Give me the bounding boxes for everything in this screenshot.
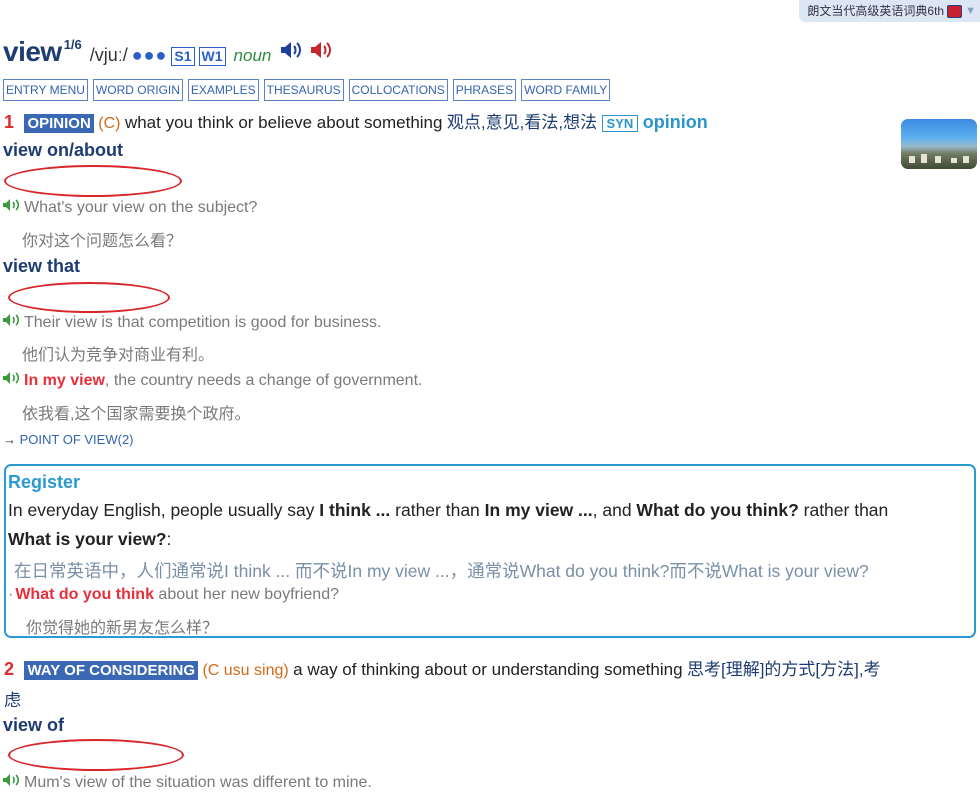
dictionary-name: 朗文当代高级英语词典6th — [807, 4, 945, 18]
sense-2-header: 2 WAY OF CONSIDERING (C usu sing) a way … — [4, 655, 881, 680]
arrow-right-icon: → — [3, 432, 16, 447]
example-sentence: What's your view on the subject? — [2, 198, 257, 217]
bullet: · — [8, 586, 14, 603]
tab-examples[interactable]: EXAMPLES — [187, 79, 259, 101]
homograph-number: 1/6 — [63, 37, 82, 52]
example-translation: 你对这个问题怎么看？ — [22, 233, 183, 250]
grammar-code: (C) — [98, 115, 121, 132]
red-annotation-oval — [4, 165, 182, 197]
chinese-translation: 思考[理解]的方式[方法],考 — [686, 660, 881, 679]
signpost: OPINION — [24, 114, 94, 133]
register-text-cont: What is your view?: — [8, 529, 172, 549]
tab-entry-menu[interactable]: ENTRY MENU — [3, 79, 88, 101]
chevron-down-icon[interactable]: ▼ — [965, 0, 976, 22]
example-text: What's your view on the subject? — [24, 198, 258, 216]
tab-collocations[interactable]: COLLOCATIONS — [348, 79, 448, 101]
example-speaker-icon[interactable] — [2, 371, 22, 390]
register-note-box — [4, 464, 976, 638]
register-text: In everyday English, people usually say … — [8, 500, 889, 520]
british-speaker-icon[interactable] — [279, 39, 305, 66]
signpost: WAY OF CONSIDERING — [24, 661, 198, 680]
sense-1-header: 1 OPINION (C) what you think or believe … — [4, 108, 708, 133]
red-annotation-oval — [8, 739, 184, 771]
dictionary-selector[interactable]: 朗文当代高级英语词典6th ▼ — [799, 0, 980, 22]
headword-line: view 1/6 /vjuː/ ●●● S1 W1 noun — [3, 36, 335, 68]
grammar-code: (C usu sing) — [202, 662, 289, 679]
example-translation: 依我看,这个国家需要换个政府。 — [22, 406, 251, 423]
tab-word-origin[interactable]: WORD ORIGIN — [92, 79, 183, 101]
synonym-link[interactable]: opinion — [643, 112, 708, 132]
tab-word-family[interactable]: WORD FAMILY — [521, 79, 611, 101]
grammar-pattern: view on/about — [3, 140, 124, 160]
american-speaker-icon[interactable] — [309, 39, 335, 66]
red-annotation-oval — [8, 282, 170, 313]
tab-phrases[interactable]: PHRASES — [452, 79, 517, 101]
example-translation: 他们认为竞争对商业有利。 — [22, 347, 215, 364]
register-title: Register — [8, 472, 81, 492]
tab-thesaurus[interactable]: THESAURUS — [263, 79, 344, 101]
cross-reference: → POINT OF VIEW(2) — [3, 432, 134, 447]
illustration-thumbnail[interactable] — [901, 119, 977, 169]
grammar-pattern: view of — [3, 715, 65, 735]
example-sentence: Mum's view of the situation was differen… — [2, 773, 372, 792]
example-speaker-icon[interactable] — [2, 773, 22, 792]
part-of-speech: noun — [233, 46, 272, 65]
example-text: about her new boyfriend? — [153, 586, 339, 603]
collocation-highlight: In my view — [24, 371, 105, 389]
entry-tabs: ENTRY MENU WORD ORIGIN EXAMPLES THESAURU… — [3, 79, 611, 101]
headword: view — [3, 36, 62, 67]
collocation-highlight: What do you think — [15, 586, 154, 603]
example-speaker-icon[interactable] — [2, 198, 22, 217]
grammar-pattern: view that — [3, 256, 81, 276]
synonym-label: SYN — [601, 115, 639, 132]
example-translation: 你觉得她的新男友怎么样？ — [26, 620, 219, 637]
chinese-translation-wrap: 虑 — [4, 691, 21, 710]
example-sentence: In my view, the country needs a change o… — [2, 371, 422, 390]
example-text: Their view is that competition is good f… — [24, 313, 382, 331]
written-frequency-badge: W1 — [198, 47, 226, 66]
definition: what you think or believe about somethin… — [124, 113, 443, 132]
pronunciation: /vjuː/ — [89, 45, 128, 65]
cross-reference-link[interactable]: POINT OF VIEW(2) — [20, 432, 134, 447]
frequency-dots: ●●● — [131, 45, 168, 65]
register-example: · What do you think about her new boyfri… — [8, 586, 339, 604]
sense-number: 2 — [4, 659, 15, 679]
spoken-frequency-badge: S1 — [171, 47, 195, 66]
sense-number: 1 — [4, 112, 15, 132]
example-text: Mum's view of the situation was differen… — [24, 773, 372, 791]
definition: a way of thinking about or understanding… — [293, 660, 683, 679]
example-text: , the country needs a change of governme… — [104, 371, 423, 389]
chinese-translation: 观点,意见,看法,想法 — [446, 113, 598, 132]
example-sentence: Their view is that competition is good f… — [2, 313, 382, 332]
register-translation: 在日常英语中，人们通常说I think ... 而不说In my view ..… — [14, 561, 869, 581]
example-speaker-icon[interactable] — [2, 313, 22, 332]
uk-flag-icon — [947, 4, 963, 18]
